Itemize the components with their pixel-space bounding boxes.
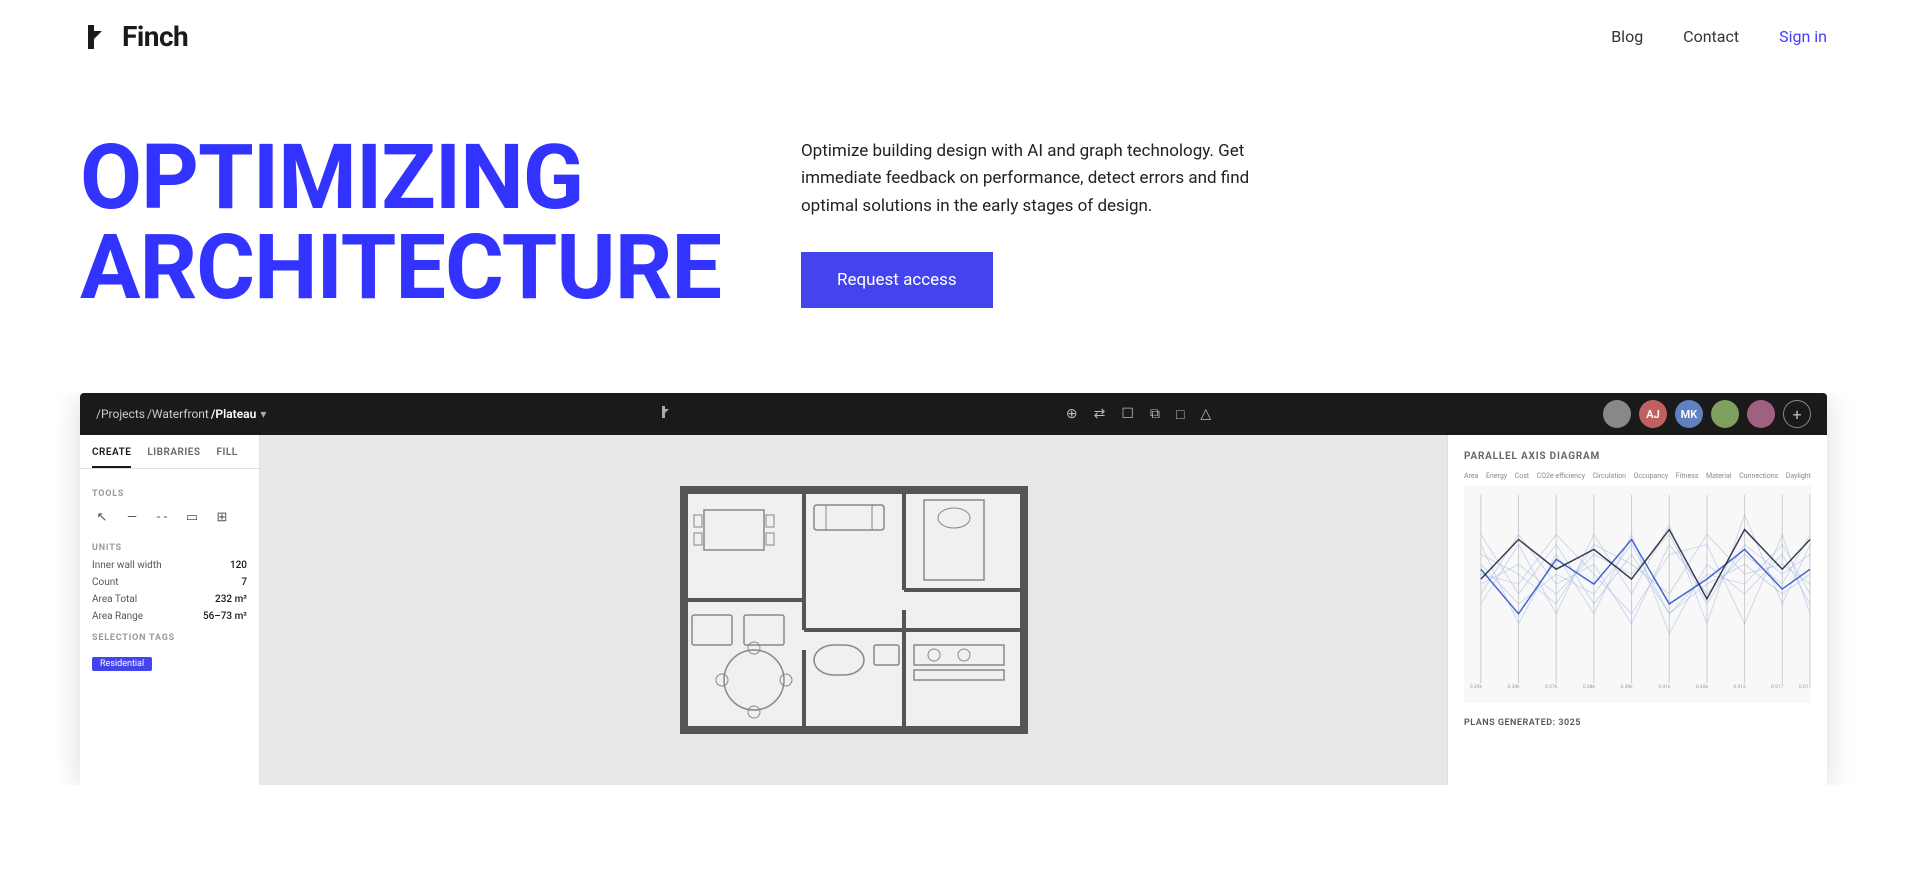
svg-text:0.30k: 0.30k [1508, 684, 1521, 690]
avatar-4 [1711, 400, 1739, 428]
svg-text:0.912: 0.912 [1733, 684, 1746, 690]
app-canvas [260, 435, 1447, 785]
prop-label-area-range: Area Range [92, 611, 143, 622]
prop-value-area-range: 56–73 m² [203, 611, 247, 622]
hero-content-area: Optimize building design with AI and gra… [801, 138, 1281, 308]
svg-text:0.36k: 0.36k [1621, 684, 1634, 690]
breadcrumb-plateau: /Plateau [211, 407, 256, 421]
floor-plan-svg [604, 450, 1104, 770]
prop-label-inner-wall: Inner wall width [92, 560, 162, 571]
axis-material: Material [1706, 472, 1732, 480]
hero-title: OPTIMIZING ARCHITECTURE [80, 133, 721, 313]
svg-text:0.017: 0.017 [1799, 684, 1811, 690]
axis-daylight: Daylight [1786, 472, 1811, 480]
logo[interactable]: Finch [80, 20, 188, 53]
hero-section: OPTIMIZING ARCHITECTURE Optimize buildin… [0, 73, 1600, 353]
axis-co2: CO2e efficiency [1537, 472, 1585, 480]
hero-description: Optimize building design with AI and gra… [801, 138, 1281, 220]
axis-connections: Connections [1739, 472, 1778, 480]
prop-value-area-total: 232 m² [215, 594, 247, 605]
axis-cost: Cost [1515, 472, 1529, 480]
avatar-2: AJ [1639, 400, 1667, 428]
toolbar-center-icons: ⊕ ⇄ ☐ ⧉ □ △ [1066, 406, 1211, 423]
svg-text:0.27k: 0.27k [1545, 684, 1558, 690]
panel-title: PARALLEL AXIS DIAGRAM [1464, 451, 1811, 462]
chat-icon[interactable]: ☐ [1121, 406, 1134, 422]
hero-title-line2: ARCHITECTURE [80, 215, 721, 320]
arrow-tool[interactable]: ↖ [92, 507, 112, 527]
breadcrumb-projects: /Projects [96, 407, 145, 421]
nav-signin[interactable]: Sign in [1779, 27, 1827, 46]
plans-generated-label: PLANS GENERATED: 3025 [1464, 718, 1811, 728]
prop-value-count: 7 [241, 577, 247, 588]
prop-count: Count 7 [80, 574, 259, 591]
app-window: /Projects /Waterfront /Plateau ▾ ⊕ ⇄ ☐ ⧉… [80, 393, 1827, 785]
prop-area-range: Area Range 56–73 m² [80, 608, 259, 625]
dash-tool[interactable]: - - [152, 507, 172, 527]
avatar-3: MK [1675, 400, 1703, 428]
svg-text:0.38k: 0.38k [1583, 684, 1596, 690]
sidebar-tools: ↖ — - - ▭ ⊞ [80, 503, 259, 535]
svg-text:0.40k: 0.40k [1696, 684, 1709, 690]
prop-label-area-total: Area Total [92, 594, 137, 605]
tab-fill[interactable]: FILL [217, 447, 238, 468]
axis-circulation: Circulation [1593, 472, 1626, 480]
pin-icon[interactable]: ⊕ [1066, 406, 1078, 422]
axis-fitness: Fitness [1676, 472, 1699, 480]
logo-text: Finch [122, 20, 188, 53]
prop-area-total: Area Total 232 m² [80, 591, 259, 608]
triangle-icon[interactable]: △ [1200, 406, 1211, 422]
request-access-button[interactable]: Request access [801, 252, 993, 308]
breadcrumb-chevron-icon: ▾ [260, 407, 266, 421]
tab-libraries[interactable]: LIBRARIES [147, 447, 200, 468]
hero-title-area: OPTIMIZING ARCHITECTURE [80, 133, 721, 313]
square-icon[interactable]: □ [1176, 406, 1184, 423]
copy-icon[interactable]: ⧉ [1150, 406, 1160, 422]
selection-tags-label: SELECTION TAGS [80, 625, 259, 647]
svg-text:0.29k: 0.29k [1470, 684, 1483, 690]
app-right-panel: PARALLEL AXIS DIAGRAM Area Energy Cost C… [1447, 435, 1827, 785]
nav-contact[interactable]: Contact [1683, 27, 1739, 46]
axis-area: Area [1464, 472, 1478, 480]
sidebar-tabs: CREATE LIBRARIES FILL [80, 447, 259, 469]
tools-section-label: TOOLS [80, 481, 259, 503]
axis-occupancy: Occupancy [1634, 472, 1669, 480]
shuffle-icon[interactable]: ⇄ [1094, 406, 1106, 422]
finch-logo-icon [80, 21, 112, 53]
prop-inner-wall-width: Inner wall width 120 [80, 557, 259, 574]
main-nav: Blog Contact Sign in [1611, 27, 1827, 46]
prop-label-count: Count [92, 577, 119, 588]
app-body: CREATE LIBRARIES FILL TOOLS ↖ — - - ▭ ⊞ … [80, 435, 1827, 785]
avatar-5 [1747, 400, 1775, 428]
units-section-label: UNITS [80, 535, 259, 557]
app-screenshot: /Projects /Waterfront /Plateau ▾ ⊕ ⇄ ☐ ⧉… [0, 393, 1907, 785]
parallel-axis-chart: 0.29k 0.30k 0.27k 0.38k 0.36k 0.41k 0.40… [1464, 484, 1811, 704]
chart-axis-labels: Area Energy Cost CO2e efficiency Circula… [1464, 472, 1811, 480]
tab-create[interactable]: CREATE [92, 447, 131, 468]
site-header: Finch Blog Contact Sign in [0, 0, 1907, 73]
breadcrumb-waterfront: /Waterfront [147, 407, 209, 421]
breadcrumb: /Projects /Waterfront /Plateau ▾ [96, 407, 266, 421]
svg-text:0.41k: 0.41k [1658, 684, 1671, 690]
svg-text:0.917: 0.917 [1771, 684, 1784, 690]
rect-tool[interactable]: ▭ [182, 507, 202, 527]
app-sidebar: CREATE LIBRARIES FILL TOOLS ↖ — - - ▭ ⊞ … [80, 435, 260, 785]
toolbar-right-icons: AJ MK + [1603, 400, 1811, 428]
nav-blog[interactable]: Blog [1611, 27, 1643, 46]
axis-energy: Energy [1486, 472, 1507, 480]
app-toolbar: /Projects /Waterfront /Plateau ▾ ⊕ ⇄ ☐ ⧉… [80, 393, 1827, 435]
prop-value-inner-wall: 120 [230, 560, 247, 571]
add-collaborator-button[interactable]: + [1783, 400, 1811, 428]
grid-tool[interactable]: ⊞ [212, 507, 232, 527]
tag-residential[interactable]: Residential [92, 657, 152, 671]
line-tool[interactable]: — [122, 507, 142, 527]
toolbar-finch-icon [658, 404, 674, 424]
avatar-1 [1603, 400, 1631, 428]
